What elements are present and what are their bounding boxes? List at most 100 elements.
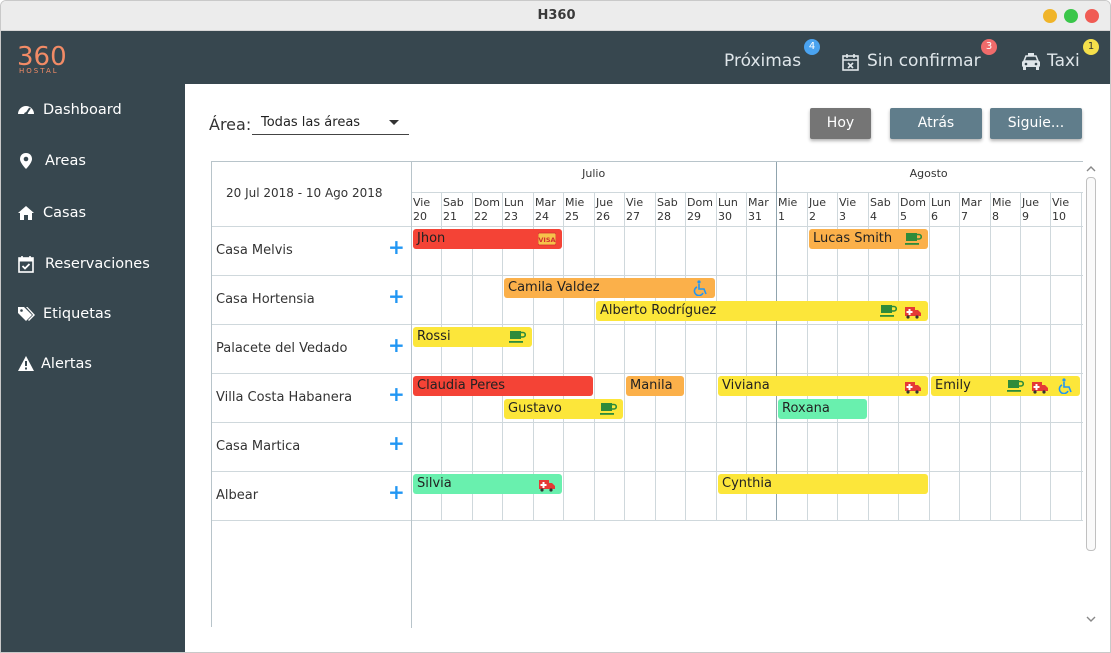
- topnav-proximas[interactable]: Próximas: [724, 51, 801, 71]
- grid-line: [655, 192, 656, 520]
- reservation-calendar: 20 Jul 2018 - 10 Ago 2018 Julio Agosto Vie…: [211, 161, 1084, 628]
- day-header[interactable]: Mar 24: [535, 196, 556, 224]
- reservation-bar[interactable]: Gustavo: [504, 399, 623, 419]
- day-header[interactable]: Dom 29: [687, 196, 713, 224]
- add-reservation-button[interactable]: +: [388, 482, 405, 502]
- day-header[interactable]: Mar 7: [961, 196, 982, 224]
- maximize-button[interactable]: [1064, 9, 1078, 23]
- guest-name: Claudia Peres: [417, 378, 506, 393]
- grid-line: [1020, 192, 1021, 520]
- day-of-week: Jue: [1022, 196, 1039, 209]
- add-reservation-button[interactable]: +: [388, 384, 405, 404]
- next-button[interactable]: Siguie...: [990, 108, 1082, 139]
- grid-line: [990, 192, 991, 520]
- grid-line: [411, 192, 1084, 193]
- grid-line: [716, 192, 717, 520]
- day-of-week: Sab: [870, 196, 891, 209]
- grid-line: [411, 162, 412, 628]
- guest-name: Viviana: [722, 378, 770, 393]
- day-of-week: Dom: [474, 196, 500, 209]
- reservation-bar[interactable]: Claudia Peres: [413, 376, 593, 396]
- add-reservation-button[interactable]: +: [388, 335, 405, 355]
- grid-line: [1081, 192, 1082, 520]
- area-select[interactable]: Todas las áreas: [252, 111, 409, 135]
- day-header[interactable]: Sab 21: [443, 196, 464, 224]
- grid-line: [212, 422, 1084, 423]
- day-header[interactable]: Sab 28: [657, 196, 678, 224]
- day-of-week: Mar: [535, 196, 556, 209]
- reservation-bar[interactable]: Cynthia: [718, 474, 928, 494]
- day-header[interactable]: Lun 30: [718, 196, 738, 224]
- day-header[interactable]: Lun 23: [504, 196, 524, 224]
- house-name: Albear: [216, 488, 259, 503]
- add-reservation-button[interactable]: +: [388, 237, 405, 257]
- guest-name: Jhon: [417, 231, 446, 246]
- reservation-bar[interactable]: Roxana: [778, 399, 867, 419]
- wheelchair-icon: [1058, 378, 1072, 394]
- day-of-week: Jue: [809, 196, 826, 209]
- scrollbar-thumb[interactable]: [1086, 177, 1096, 551]
- reservation-bar[interactable]: Silvia: [413, 474, 562, 494]
- day-header[interactable]: Mie 8: [992, 196, 1011, 224]
- day-number: 28: [657, 210, 671, 223]
- day-number: 1: [778, 210, 785, 223]
- sidebar-item-dashboard[interactable]: Dashboard: [1, 95, 185, 127]
- day-header[interactable]: Jue 26: [596, 196, 613, 224]
- logo-word: HOSTAL: [19, 67, 59, 75]
- day-header[interactable]: Mie 25: [565, 196, 584, 224]
- day-of-week: Sab: [657, 196, 678, 209]
- guest-name: Alberto Rodríguez: [600, 303, 717, 318]
- day-number: 22: [474, 210, 488, 223]
- reservation-bar[interactable]: Alberto Rodríguez: [596, 301, 928, 321]
- brand-logo[interactable]: 360 HOSTAL: [17, 41, 95, 75]
- app-window: H360 360 HOSTAL Próximas 4 Sin confirmar…: [0, 0, 1111, 653]
- back-button[interactable]: Atrás: [890, 108, 982, 139]
- reservation-bar[interactable]: Lucas Smith: [809, 229, 928, 249]
- day-of-week: Mie: [992, 196, 1012, 209]
- sidebar-item-reservaciones[interactable]: Reservaciones: [1, 249, 185, 281]
- chevron-down-icon: [389, 120, 399, 125]
- day-header[interactable]: Mar 31: [748, 196, 769, 224]
- sidebar-item-label: Dashboard: [43, 102, 122, 118]
- reservation-bar[interactable]: Camila Valdez: [504, 278, 715, 298]
- add-reservation-button[interactable]: +: [388, 286, 405, 306]
- visa-icon: VISA: [538, 232, 556, 246]
- day-of-week: Dom: [687, 196, 713, 209]
- close-button[interactable]: [1085, 9, 1099, 23]
- house-name: Casa Hortensia: [216, 292, 315, 307]
- reservation-bar[interactable]: Viviana: [718, 376, 928, 396]
- add-reservation-button[interactable]: +: [388, 433, 405, 453]
- calendar-check-icon: [18, 256, 34, 273]
- day-number: 27: [626, 210, 640, 223]
- day-header[interactable]: Lun 6: [931, 196, 951, 224]
- sidebar-item-areas[interactable]: Areas: [1, 146, 185, 178]
- day-header[interactable]: Sab 4: [870, 196, 891, 224]
- day-header[interactable]: Jue 2: [809, 196, 826, 224]
- map-marker-icon: [20, 153, 32, 169]
- reservation-bar[interactable]: Manila: [626, 376, 684, 396]
- day-header[interactable]: Dom 22: [474, 196, 500, 224]
- day-header[interactable]: Jue 9: [1022, 196, 1039, 224]
- day-header[interactable]: Dom 5: [900, 196, 926, 224]
- day-header[interactable]: Vie 10: [1052, 196, 1069, 224]
- minimize-button[interactable]: [1043, 9, 1057, 23]
- reservation-bar[interactable]: Emily: [931, 376, 1080, 396]
- grid-line: [1050, 192, 1051, 520]
- day-header[interactable]: Vie 3: [839, 196, 856, 224]
- sidebar-item-alertas[interactable]: Alertas: [1, 349, 185, 381]
- today-button[interactable]: Hoy: [810, 108, 871, 139]
- sidebar-item-etiquetas[interactable]: Etiquetas: [1, 299, 185, 331]
- reservation-bar[interactable]: Rossi: [413, 327, 532, 347]
- day-header[interactable]: Vie 20: [413, 196, 430, 224]
- day-number: 9: [1022, 210, 1029, 223]
- day-header[interactable]: Mie 1: [778, 196, 797, 224]
- coffee-icon: [600, 403, 617, 415]
- guest-name: Emily: [935, 378, 971, 393]
- reservation-bar[interactable]: Jhon VISA: [413, 229, 562, 249]
- day-header[interactable]: Vie 27: [626, 196, 643, 224]
- day-of-week: Mar: [961, 196, 982, 209]
- day-number: 5: [900, 210, 907, 223]
- house-name: Palacete del Vedado: [216, 341, 348, 356]
- grid-line: [212, 324, 1084, 325]
- sidebar-item-casas[interactable]: Casas: [1, 198, 185, 230]
